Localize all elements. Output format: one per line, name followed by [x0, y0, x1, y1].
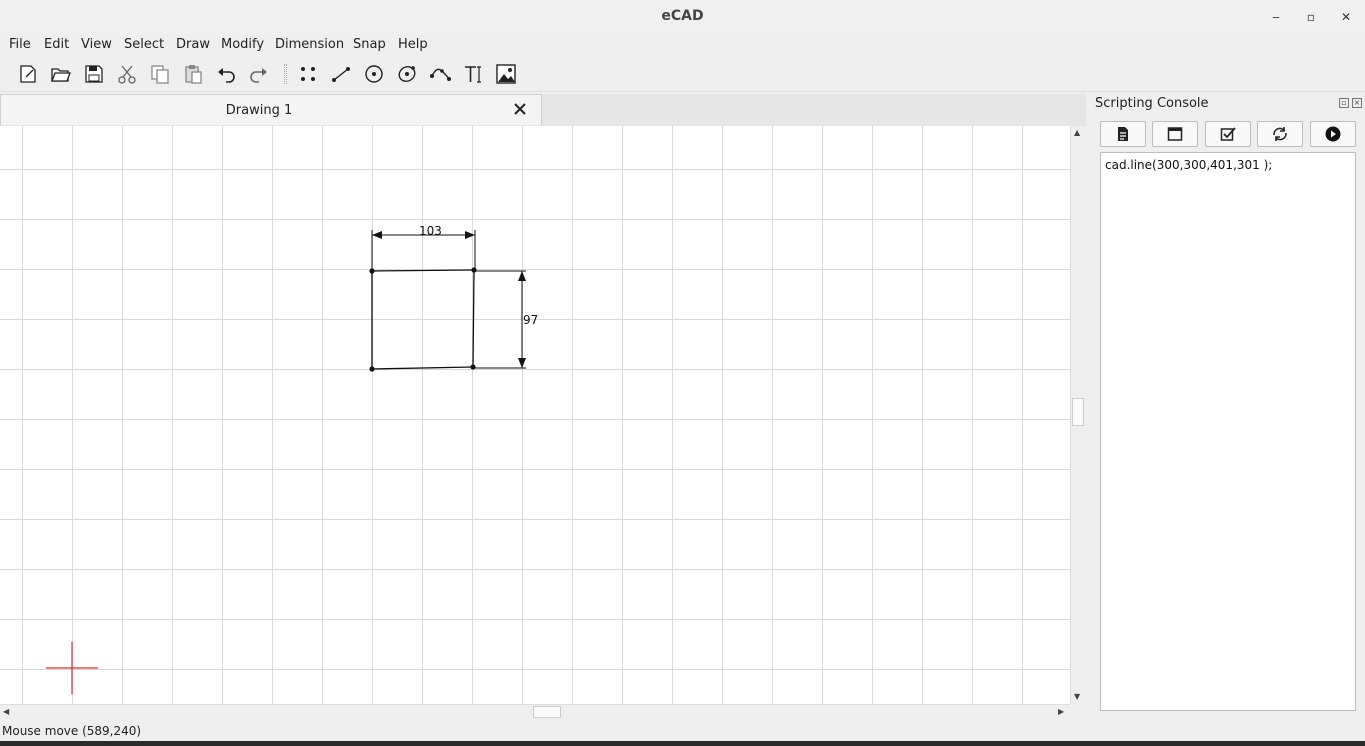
copy-icon[interactable] — [146, 61, 174, 87]
toolbar-grip — [284, 64, 287, 84]
status-message: Mouse move (589,240) — [2, 724, 142, 738]
menu-snap[interactable]: Snap — [353, 37, 386, 52]
spline-icon[interactable] — [426, 61, 454, 87]
drawing-svg: 103 97 — [46, 224, 538, 694]
window-script-button[interactable] — [1152, 121, 1198, 147]
circle-icon[interactable] — [360, 61, 388, 87]
menu-help[interactable]: Help — [398, 37, 428, 52]
cut-icon[interactable] — [113, 61, 141, 87]
dimension-vertical-label: 97 — [523, 313, 538, 327]
console-title: Scripting Console — [1095, 96, 1209, 111]
tab-drawing-1[interactable]: Drawing 1 — [0, 94, 542, 125]
horizontal-scrollbar[interactable]: ◀ ▶ — [0, 704, 1070, 719]
menu-view[interactable]: View — [81, 37, 112, 52]
close-dock-icon[interactable]: × — [1352, 98, 1362, 108]
menu-dimension[interactable]: Dimension — [275, 37, 344, 52]
arc-icon[interactable] — [393, 61, 421, 87]
open-file-icon[interactable] — [47, 61, 75, 87]
reload-script-button[interactable] — [1257, 121, 1303, 147]
menu-draw[interactable]: Draw — [176, 37, 210, 52]
check-icon — [1220, 127, 1236, 141]
check-script-button[interactable] — [1205, 121, 1251, 147]
scroll-left-icon[interactable]: ◀ — [3, 707, 9, 716]
menu-select[interactable]: Select — [124, 37, 164, 52]
document-tab-bar: Drawing 1 — [0, 94, 1086, 126]
vertical-scroll-thumb[interactable] — [1072, 398, 1084, 426]
point-icon[interactable] — [294, 61, 322, 87]
undo-icon[interactable] — [212, 61, 240, 87]
new-script-button[interactable] — [1100, 121, 1146, 147]
save-file-icon[interactable] — [80, 61, 108, 87]
dimension-horizontal-label: 103 — [419, 224, 442, 238]
script-code: cad.line(300,300,401,301 ); — [1105, 158, 1273, 172]
drawing-canvas[interactable]: 103 97 — [0, 126, 1070, 704]
maximize-button[interactable]: ▫ — [1303, 9, 1319, 25]
desktop-strip — [0, 741, 1365, 746]
image-icon[interactable] — [492, 61, 520, 87]
script-editor[interactable]: cad.line(300,300,401,301 ); — [1100, 152, 1356, 711]
redo-icon[interactable] — [245, 61, 273, 87]
line-icon[interactable] — [327, 61, 355, 87]
menu-edit[interactable]: Edit — [44, 37, 69, 52]
dimension-vertical[interactable]: 97 — [473, 270, 538, 369]
minimize-button[interactable]: ‒ — [1268, 9, 1284, 25]
dimension-horizontal[interactable]: 103 — [371, 224, 476, 271]
text-icon[interactable] — [459, 61, 487, 87]
scroll-up-icon[interactable]: ▲ — [1074, 128, 1080, 137]
window-icon — [1167, 127, 1183, 141]
paste-icon[interactable] — [179, 61, 207, 87]
close-window-button[interactable]: ✕ — [1338, 9, 1354, 25]
window-title: eCAD — [661, 8, 704, 24]
tab-label: Drawing 1 — [225, 103, 293, 118]
window-titlebar: eCAD ‒ ▫ ✕ — [0, 0, 1365, 34]
scroll-down-icon[interactable]: ▼ — [1074, 692, 1080, 701]
origin-marker — [46, 642, 98, 694]
scroll-right-icon[interactable]: ▶ — [1058, 707, 1064, 716]
drawn-quad[interactable] — [369, 267, 477, 372]
status-bar: Mouse move (589,240) — [0, 721, 1365, 741]
new-file-icon[interactable] — [14, 61, 42, 87]
refresh-icon — [1273, 127, 1287, 141]
run-icon — [1325, 126, 1341, 142]
vertical-scrollbar[interactable]: ▲ ▼ — [1070, 126, 1085, 704]
menu-modify[interactable]: Modify — [221, 37, 264, 52]
float-dock-icon[interactable]: ▫ — [1339, 98, 1349, 108]
new-script-icon — [1118, 127, 1128, 141]
run-script-button[interactable] — [1310, 121, 1356, 147]
horizontal-scroll-thumb[interactable] — [533, 706, 561, 718]
menu-bar: File Edit View Select Draw Modify Dimens… — [0, 34, 1365, 56]
close-tab-icon[interactable] — [511, 100, 529, 118]
menu-file[interactable]: File — [9, 37, 31, 52]
main-toolbar — [0, 56, 1365, 92]
